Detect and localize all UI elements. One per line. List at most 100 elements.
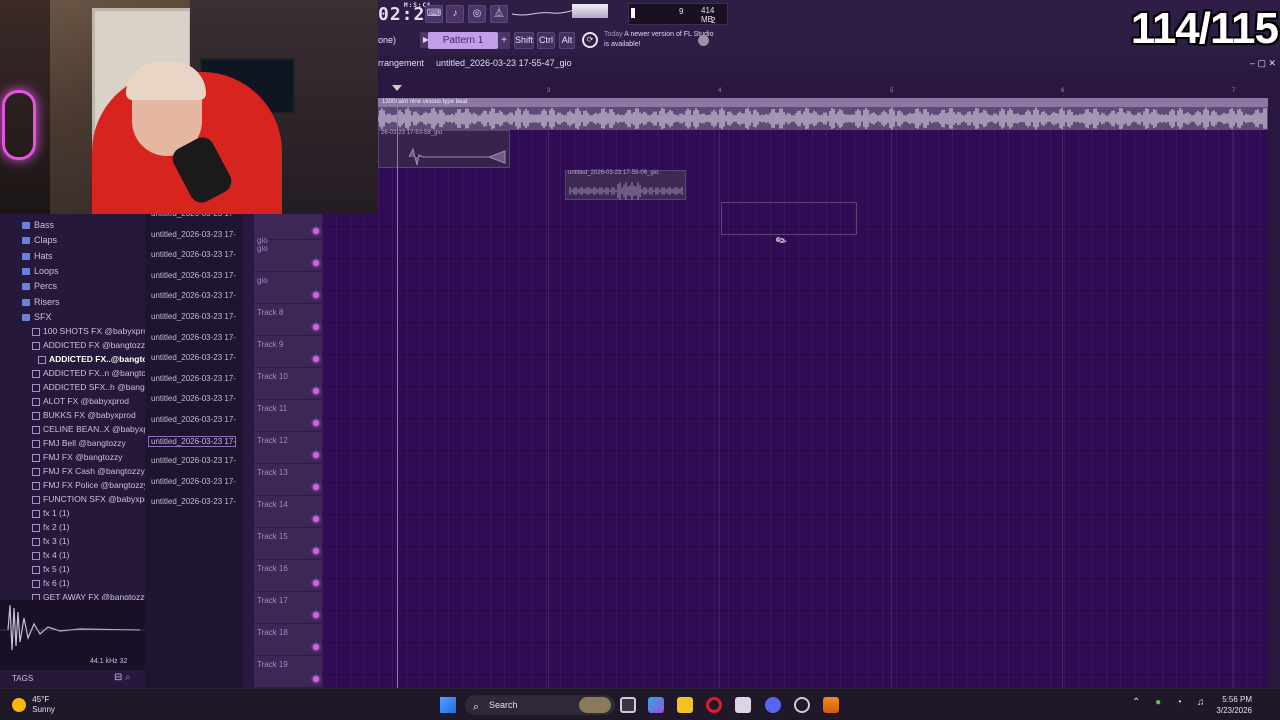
store-icon[interactable] [735, 697, 751, 713]
picker-item[interactable]: untitled_2026-03-23 17- [151, 250, 236, 259]
view-name[interactable]: rrangement [378, 56, 424, 70]
picker-item[interactable]: untitled_2026-03-23 17- [151, 394, 236, 403]
tag-icons[interactable]: ⊟ ⌕ [114, 672, 131, 683]
track-led-icon[interactable] [313, 516, 319, 522]
task-view-icon[interactable] [620, 697, 636, 713]
browser-file[interactable]: BUKKS FX @babyxprod [32, 410, 136, 420]
pattern-selector[interactable]: Pattern 1 [428, 32, 498, 49]
browser-folder[interactable]: Risers [22, 297, 60, 307]
opera-icon[interactable] [706, 697, 722, 713]
picker-item[interactable]: untitled_2026-03-23 17- [151, 497, 236, 506]
browser-file[interactable]: CELINE BEAN..X @babyxprod [32, 424, 160, 434]
typing-keyboard-icon[interactable]: ⌨ [425, 5, 443, 23]
project-name[interactable]: untitled_2026-03-23 17-55-47_gio [436, 56, 572, 70]
audio-clip[interactable]: untitled_2026-03-23 17-55-06_gio [565, 170, 686, 200]
browser-file[interactable]: fx 5 (1) [32, 564, 69, 574]
track-led-icon[interactable] [313, 228, 319, 234]
file-explorer-icon[interactable] [677, 697, 693, 713]
browser-file[interactable]: fx 3 (1) [32, 536, 69, 546]
picker-item[interactable]: untitled_2026-03-23 17- [151, 415, 236, 424]
window-controls[interactable]: – ▢ ✕ [1250, 56, 1276, 70]
taskbar-search[interactable]: ⌕ Search [465, 695, 615, 715]
picker-item[interactable]: untitled_2026-03-23 17- [148, 435, 236, 447]
ctrl-button[interactable]: Ctrl [537, 32, 555, 49]
track-header[interactable]: gio [254, 214, 322, 245]
track-header[interactable]: Track 14 [254, 496, 322, 528]
playhead-marker[interactable] [392, 85, 402, 91]
browser-file[interactable]: 100 SHOTS FX @babyxprod [32, 326, 153, 336]
browser-file[interactable]: fx 6 (1) [32, 578, 69, 588]
browser-folder[interactable]: Percs [22, 281, 57, 291]
shift-button[interactable]: Shift [514, 32, 534, 49]
globe-icon[interactable] [698, 35, 709, 46]
fl-studio-icon[interactable] [823, 697, 839, 713]
picker-item[interactable]: untitled_2026-03-23 17- [151, 291, 236, 300]
browser-folder[interactable]: Hats [22, 251, 53, 261]
picker-item[interactable]: untitled_2026-03-23 17- [151, 312, 236, 321]
picker-item[interactable]: untitled_2026-03-23 17- [151, 456, 236, 465]
browser-file[interactable]: FMJ FX @bangtozzy [32, 452, 122, 462]
track-header[interactable]: Track 13 [254, 464, 322, 496]
track-led-icon[interactable] [313, 388, 319, 394]
system-tray[interactable]: ⌃ ● ◔ ♫ [1132, 697, 1210, 708]
track-header[interactable]: Track 9 [254, 336, 322, 368]
browser-file[interactable]: fx 4 (1) [32, 550, 69, 560]
track-header[interactable]: Track 12 [254, 432, 322, 464]
picker-item[interactable]: untitled_2026-03-23 17- [151, 353, 236, 362]
track-led-icon[interactable] [313, 420, 319, 426]
track-header[interactable]: gio [254, 240, 322, 272]
metronome-icon[interactable]: ⏅ [490, 5, 508, 23]
picker-item[interactable]: untitled_2026-03-23 17- [151, 374, 236, 383]
track-header[interactable]: Track 18 [254, 624, 322, 656]
browser-file[interactable]: FUNCTION SFX @babyxprod [32, 494, 157, 504]
weather-widget[interactable]: 45°F Sunny [12, 695, 55, 715]
settings-icon[interactable] [794, 697, 810, 713]
step-edit-icon[interactable]: ♪ [446, 5, 464, 23]
wait-input-icon[interactable]: ◎ [468, 5, 486, 23]
browser-folder[interactable]: Bass [22, 220, 54, 230]
browser-folder[interactable]: Claps [22, 235, 57, 245]
alt-button[interactable]: Alt [559, 32, 575, 49]
browser-file[interactable]: ALOT FX @babyxprod [32, 396, 129, 406]
track-led-icon[interactable] [313, 324, 319, 330]
add-pattern-button[interactable]: + [498, 32, 510, 49]
track-header[interactable]: Track 16 [254, 560, 322, 592]
track-header[interactable]: Track 19 [254, 656, 322, 688]
track-header[interactable]: Track 11 [254, 400, 322, 432]
track-led-icon[interactable] [313, 676, 319, 682]
browser-file[interactable]: ADDICTED FX..n @bangtozzy [32, 368, 159, 378]
browser-folder[interactable]: Loops [22, 266, 59, 276]
master-volume-slider[interactable] [572, 4, 608, 18]
browser-file[interactable]: FMJ FX Cash @bangtozzy [32, 466, 145, 476]
browser-file[interactable]: ADDICTED FX @bangtozzy [32, 340, 149, 350]
picker-item[interactable]: untitled_2026-03-23 17- [151, 477, 236, 486]
browser-file[interactable]: ADDICTED FX..@bangtozzy [38, 354, 161, 364]
track-header[interactable]: Track 10 [254, 368, 322, 400]
browser-file[interactable]: FMJ Bell @bangtozzy [32, 438, 126, 448]
track-led-icon[interactable] [313, 548, 319, 554]
track-header[interactable]: Track 15 [254, 528, 322, 560]
browser-file[interactable]: fx 2 (1) [32, 522, 69, 532]
discord-icon[interactable] [765, 697, 781, 713]
track-header[interactable]: Track 8 [254, 304, 322, 336]
track-led-icon[interactable] [313, 260, 319, 266]
windows-start-icon[interactable] [440, 697, 456, 713]
track-led-icon[interactable] [313, 484, 319, 490]
track-led-icon[interactable] [313, 644, 319, 650]
news-icon[interactable]: ⟳ [582, 32, 598, 48]
track-header[interactable]: Track 17 [254, 592, 322, 624]
browser-file[interactable]: FMJ FX Police @bangtozzy [32, 480, 148, 490]
browser-folder[interactable]: SFX [22, 312, 52, 322]
track-led-icon[interactable] [313, 580, 319, 586]
picker-item[interactable]: untitled_2026-03-23 17- [151, 271, 236, 280]
copilot-icon[interactable] [648, 697, 664, 713]
clock[interactable]: 5:56 PM 3/23/2026 [1210, 694, 1252, 716]
track-header[interactable]: gio [254, 272, 322, 304]
tags-label[interactable]: TAGS [12, 674, 33, 683]
track-led-icon[interactable] [313, 292, 319, 298]
browser-file[interactable]: fx 1 (1) [32, 508, 69, 518]
picker-item[interactable]: untitled_2026-03-23 17- [151, 333, 236, 342]
track-led-icon[interactable] [313, 612, 319, 618]
track-led-icon[interactable] [313, 356, 319, 362]
track-led-icon[interactable] [313, 452, 319, 458]
